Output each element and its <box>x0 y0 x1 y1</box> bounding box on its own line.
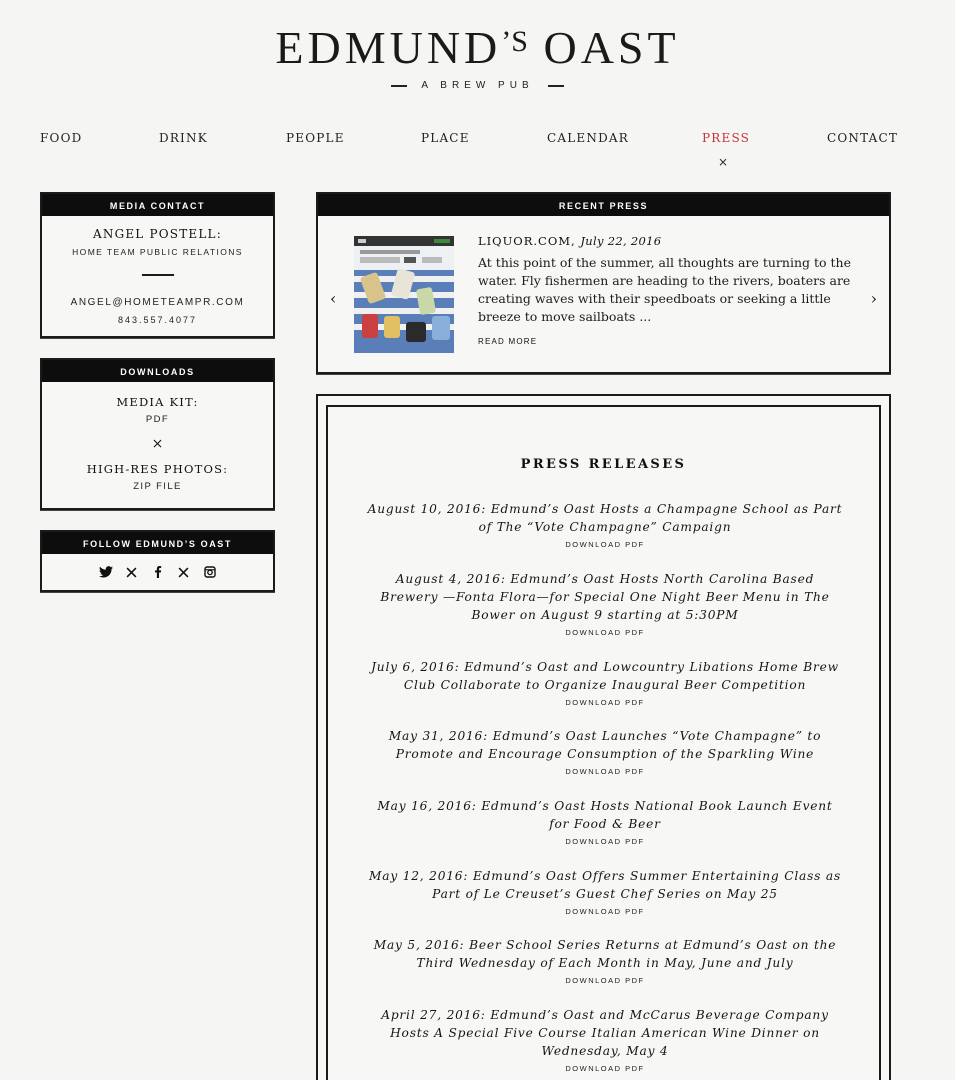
press-releases-heading: PRESS RELEASES <box>520 457 687 472</box>
instagram-icon[interactable] <box>203 565 217 579</box>
press-date: July 22, 2016 <box>580 234 662 248</box>
download-pdf-link[interactable]: DOWNLOAD PDF <box>366 698 844 707</box>
logo-name-main: EDMUND <box>275 22 502 73</box>
twitter-icon[interactable] <box>98 565 113 579</box>
press-release-title: August 4, 2016: Edmund’s Oast Hosts Nort… <box>380 572 830 622</box>
contact-name: ANGEL POSTELL: <box>93 227 222 241</box>
tagline-dash-right <box>547 84 564 87</box>
facebook-icon[interactable] <box>151 565 165 579</box>
media-contact-heading: MEDIA CONTACT <box>42 194 273 216</box>
logo-wordmark: EDMUND’S OAST <box>0 18 955 72</box>
press-release-title: May 12, 2016: Edmund’s Oast Offers Summe… <box>368 869 841 901</box>
chevron-left-icon[interactable]: ‹ <box>330 289 336 308</box>
press-release-item: May 31, 2016: Edmund’s Oast Launches “Vo… <box>366 727 844 776</box>
download-pdf-link[interactable]: DOWNLOAD PDF <box>366 907 844 916</box>
x-icon[interactable] <box>177 565 191 579</box>
press-source-line: LIQUOR.COM, July 22, 2016 <box>478 234 661 248</box>
media-kit-pdf-link[interactable]: PDF <box>42 414 273 425</box>
press-thumbnail[interactable] <box>354 236 454 353</box>
nav-calendar[interactable]: CALENDAR <box>547 131 629 145</box>
recent-press-box: RECENT PRESS ‹ LIQUOR.COM, July 22, 2016 <box>316 192 891 374</box>
x-icon[interactable] <box>125 565 139 579</box>
nav-press[interactable]: PRESS <box>702 131 750 145</box>
contact-agency: HOME TEAM PUBLIC RELATIONS <box>72 247 243 257</box>
download-pdf-link[interactable]: DOWNLOAD PDF <box>366 1064 844 1073</box>
read-more-link[interactable]: READ MORE <box>478 337 537 346</box>
nav-drink[interactable]: DRINK <box>159 131 208 145</box>
logo-name-end: OAST <box>543 22 680 73</box>
tagline-dash-left <box>391 84 408 87</box>
download-pdf-link[interactable]: DOWNLOAD PDF <box>366 767 844 776</box>
press-release-item: April 27, 2016: Edmund’s Oast and McCaru… <box>366 1006 844 1073</box>
press-releases-inner-frame: PRESS RELEASES August 10, 2016: Edmund’s… <box>326 405 881 1080</box>
logo-tagline: A BREW PUB <box>421 80 534 91</box>
press-release-item: May 16, 2016: Edmund’s Oast Hosts Nation… <box>366 797 844 846</box>
nav-food[interactable]: FOOD <box>40 131 82 145</box>
follow-box: FOLLOW EDMUND’S OAST <box>40 530 275 592</box>
press-release-title: May 16, 2016: Edmund’s Oast Hosts Nation… <box>377 799 833 831</box>
downloads-box: DOWNLOADS MEDIA KIT: PDF × HIGH-RES PHOT… <box>40 358 275 510</box>
nav-people[interactable]: PEOPLE <box>286 131 345 145</box>
press-release-title: May 5, 2016: Beer School Series Returns … <box>373 938 837 970</box>
media-kit-title: MEDIA KIT: <box>116 395 199 409</box>
press-release-item: July 6, 2016: Edmund’s Oast and Lowcount… <box>366 658 844 707</box>
contact-email-link[interactable]: ANGEL@HOMETEAMPR.COM <box>42 297 273 308</box>
download-pdf-link[interactable]: DOWNLOAD PDF <box>366 540 844 549</box>
downloads-heading: DOWNLOADS <box>42 360 273 382</box>
press-excerpt: At this point of the summer, all thought… <box>478 255 851 324</box>
press-releases-box: PRESS RELEASES August 10, 2016: Edmund’s… <box>316 394 891 1080</box>
contact-phone: 843.557.4077 <box>117 315 198 325</box>
site-logo[interactable]: EDMUND’S OAST A BREW PUB <box>0 18 955 92</box>
download-pdf-link[interactable]: DOWNLOAD PDF <box>366 976 844 985</box>
download-pdf-link[interactable]: DOWNLOAD PDF <box>366 628 844 637</box>
download-pdf-link[interactable]: DOWNLOAD PDF <box>366 837 844 846</box>
photos-zip-link[interactable]: ZIP FILE <box>42 481 273 492</box>
nav-contact[interactable]: CONTACT <box>827 131 898 145</box>
press-release-item: May 12, 2016: Edmund’s Oast Offers Summe… <box>366 867 844 916</box>
press-source[interactable]: LIQUOR.COM, <box>478 234 576 248</box>
logo-name-apos: ’S <box>501 25 528 58</box>
press-release-title: August 10, 2016: Edmund’s Oast Hosts a C… <box>367 502 843 534</box>
main-nav: FOOD DRINK PEOPLE PLACE CALENDAR PRESS C… <box>0 131 955 145</box>
active-nav-marker: × <box>718 155 729 169</box>
press-release-item: May 5, 2016: Beer School Series Returns … <box>366 936 844 985</box>
press-release-title: April 27, 2016: Edmund’s Oast and McCaru… <box>381 1008 829 1058</box>
press-release-item: August 4, 2016: Edmund’s Oast Hosts Nort… <box>366 570 844 637</box>
press-release-item: August 10, 2016: Edmund’s Oast Hosts a C… <box>366 500 844 549</box>
press-release-title: May 31, 2016: Edmund’s Oast Launches “Vo… <box>388 729 822 761</box>
divider <box>141 274 174 276</box>
high-res-photos-title: HIGH-RES PHOTOS: <box>86 462 229 476</box>
recent-press-heading: RECENT PRESS <box>318 194 889 216</box>
media-contact-box: MEDIA CONTACT ANGEL POSTELL: HOME TEAM P… <box>40 192 275 338</box>
social-links <box>42 565 273 579</box>
nav-place[interactable]: PLACE <box>421 131 470 145</box>
close-icon: × <box>151 436 164 452</box>
chevron-right-icon[interactable]: › <box>871 289 877 308</box>
press-release-title: July 6, 2016: Edmund’s Oast and Lowcount… <box>371 660 839 692</box>
follow-heading: FOLLOW EDMUND’S OAST <box>42 532 273 554</box>
logo-tagline-row: A BREW PUB <box>0 80 955 91</box>
